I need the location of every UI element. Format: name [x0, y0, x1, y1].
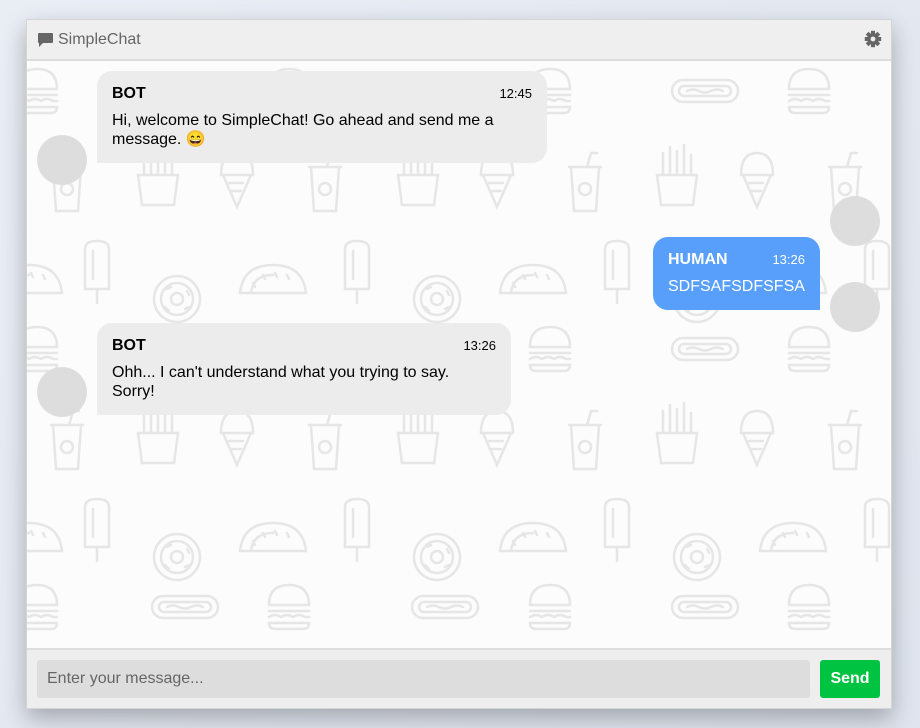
message-header: HUMAN 13:26	[668, 251, 805, 269]
message-input[interactable]	[37, 660, 810, 698]
message-text: Ohh... I can't understand what you tryin…	[112, 364, 450, 400]
message-text: Hi, welcome to SimpleChat! Go ahead and …	[112, 112, 494, 148]
message-header: BOT 13:26	[112, 337, 496, 355]
chat-bubble-icon	[37, 31, 55, 49]
message-time: 13:26	[772, 252, 805, 267]
send-button[interactable]: Send	[820, 660, 880, 698]
bot-message-bubble: BOT 13:26 Ohh... I can't understand what…	[97, 323, 511, 415]
message-time: 12:45	[499, 86, 532, 101]
human-avatar	[830, 196, 880, 246]
human-avatar	[830, 282, 880, 332]
human-message-bubble: HUMAN 13:26 SDFSAFSDFSFSA	[653, 237, 820, 310]
message-text: SDFSAFSDFSFSA	[668, 278, 805, 295]
message-sender: HUMAN	[668, 251, 728, 268]
gear-icon[interactable]	[864, 30, 882, 48]
chat-window: SimpleChat BOT 12:45 Hi, welcome to Simp…	[26, 19, 892, 709]
chat-header: SimpleChat	[27, 20, 891, 61]
message-time: 13:26	[463, 338, 496, 353]
message-sender: BOT	[112, 337, 146, 354]
message-header: BOT 12:45	[112, 85, 532, 103]
bot-message-bubble: BOT 12:45 Hi, welcome to SimpleChat! Go …	[97, 71, 547, 163]
message-composer: Send	[27, 648, 891, 708]
app-title: SimpleChat	[58, 30, 141, 48]
bot-avatar	[37, 367, 87, 417]
message-sender: BOT	[112, 85, 146, 102]
message-list[interactable]: BOT 12:45 Hi, welcome to SimpleChat! Go …	[27, 61, 891, 648]
bot-avatar	[37, 135, 87, 185]
